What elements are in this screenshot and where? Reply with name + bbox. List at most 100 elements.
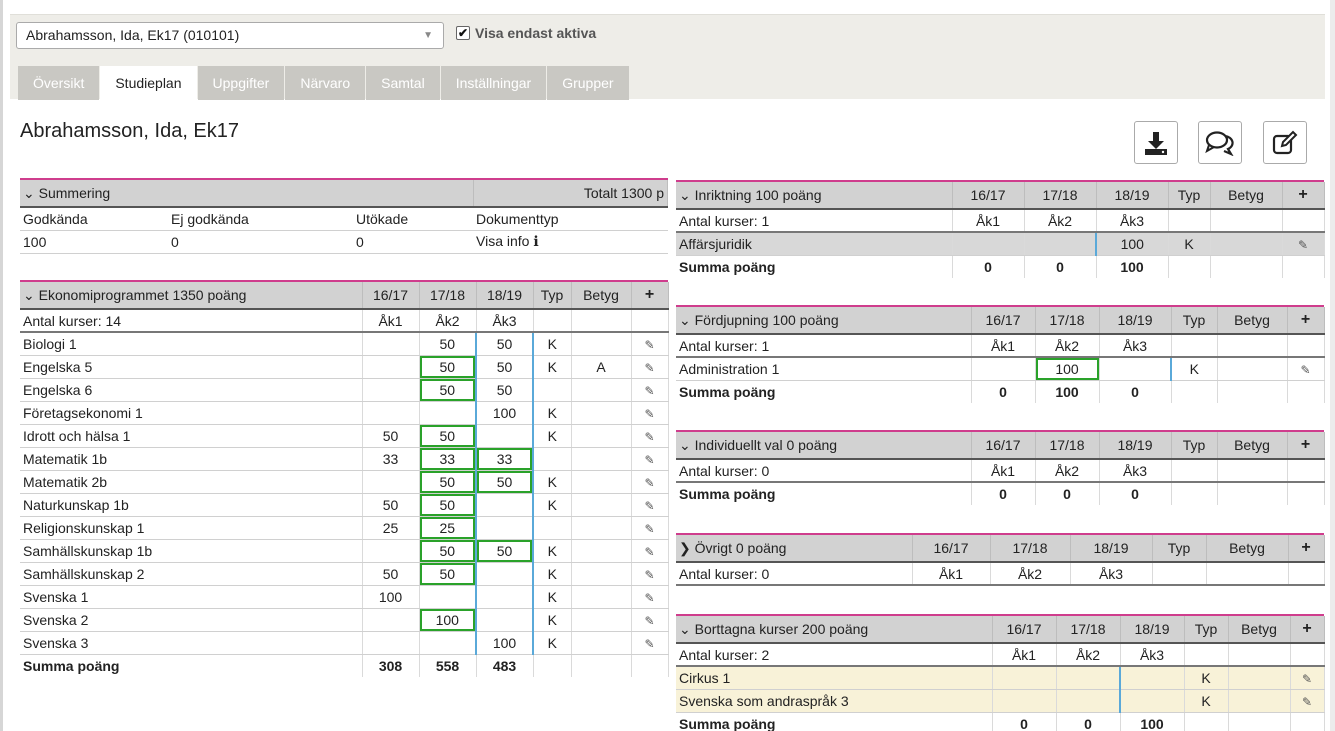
tab-narvaro[interactable]: Närvaro — [285, 66, 366, 100]
course-row[interactable]: Företagsekonomi 1 100 K ✎ — [20, 401, 669, 425]
only-active-checkbox[interactable]: ✔ — [456, 26, 470, 40]
course-row[interactable]: Svenska 1 100 K ✎ — [20, 585, 669, 609]
add-course-button[interactable]: + — [1282, 182, 1325, 210]
course-name: Samhällskunskap 1b — [20, 539, 363, 563]
program-header[interactable]: ⌄ Ekonomiprogrammet 1350 poäng — [20, 282, 363, 310]
sum-value: 0 — [1035, 482, 1100, 505]
only-active-filter[interactable]: ✔ Visa endast aktiva — [456, 25, 596, 41]
tab-oversikt[interactable]: Översikt — [18, 66, 100, 100]
student-select[interactable]: Abrahamsson, Ida, Ek17 (010101) ▼ — [16, 22, 444, 49]
edit-course-button[interactable]: ✎ — [631, 332, 669, 356]
edit-course-button[interactable]: ✎ — [1287, 357, 1325, 381]
edit-icon: ✎ — [644, 567, 655, 582]
edit-course-button[interactable]: ✎ — [1290, 689, 1325, 713]
tab-grupper[interactable]: Grupper — [547, 66, 629, 100]
points-cell: 50 — [419, 562, 477, 586]
col-header-18-19: 18/19 — [476, 282, 534, 310]
inriktning-header[interactable]: ⌄ Inriktning 100 poäng — [676, 182, 953, 210]
edit-course-button[interactable]: ✎ — [631, 608, 669, 632]
summary-header[interactable]: ⌄ Summering — [20, 180, 474, 208]
edit-icon: ✎ — [644, 636, 655, 651]
edit-course-button[interactable]: ✎ — [631, 447, 669, 471]
sum-label: Summa poäng — [20, 654, 363, 677]
borttagna-header[interactable]: ⌄ Borttagna kurser 200 poäng — [676, 616, 993, 644]
individuellt-header[interactable]: ⌄ Individuellt val 0 poäng — [676, 432, 972, 460]
edit-icon: ✎ — [644, 521, 655, 536]
edit-course-button[interactable]: ✎ — [631, 493, 669, 517]
edit-icon: ✎ — [1301, 671, 1313, 686]
edit-course-button[interactable]: ✎ — [631, 424, 669, 448]
grade-cell — [571, 493, 632, 517]
course-row[interactable]: Svenska 3 100 K ✎ — [20, 631, 669, 655]
grade-cell — [571, 424, 632, 448]
sum-value: 100 — [1096, 255, 1169, 278]
add-course-button[interactable]: + — [1287, 307, 1325, 335]
edit-course-button[interactable]: ✎ — [631, 355, 669, 379]
edit-course-button[interactable]: ✎ — [631, 516, 669, 540]
year-label: Åk3 — [1099, 459, 1172, 483]
points-cell — [362, 631, 420, 655]
dropdown-arrow-icon: ▼ — [423, 30, 433, 41]
course-row[interactable]: Matematik 2b 50 50 K ✎ — [20, 470, 669, 494]
course-row[interactable]: Svenska 2 100 K ✎ — [20, 608, 669, 632]
course-row[interactable]: Idrott och hälsa 1 50 50 K ✎ — [20, 424, 669, 448]
grade-cell — [571, 378, 632, 402]
year-label: Åk3 — [1099, 334, 1172, 358]
edit-plan-button[interactable] — [1263, 121, 1307, 164]
edit-course-button[interactable]: ✎ — [631, 585, 669, 609]
tab-uppgifter[interactable]: Uppgifter — [197, 66, 285, 100]
add-course-button[interactable]: + — [1290, 616, 1325, 644]
course-name: Naturkunskap 1b — [20, 493, 363, 517]
ovrigt-header[interactable]: ❯ Övrigt 0 poäng — [676, 535, 913, 563]
sum-label: Summa poäng — [676, 712, 993, 731]
edit-course-button[interactable]: ✎ — [631, 631, 669, 655]
course-row[interactable]: Naturkunskap 1b 50 50 K ✎ — [20, 493, 669, 517]
course-row[interactable]: Religionskunskap 1 25 25 ✎ — [20, 516, 669, 540]
edit-course-button[interactable]: ✎ — [631, 378, 669, 402]
edit-course-button[interactable]: ✎ — [631, 401, 669, 425]
type-cell: K — [532, 539, 572, 563]
course-row[interactable]: Samhällskunskap 2 50 50 K ✎ — [20, 562, 669, 586]
course-row[interactable]: Matematik 1b 33 33 33 ✎ — [20, 447, 669, 471]
tab-installningar[interactable]: Inställningar — [440, 66, 547, 100]
course-row[interactable]: Administration 1 100 K ✎ — [676, 357, 1325, 381]
edit-course-button[interactable]: ✎ — [1290, 666, 1325, 690]
course-row[interactable]: Biologi 1 50 50 K ✎ — [20, 332, 669, 356]
edit-course-button[interactable]: ✎ — [1282, 232, 1325, 256]
points-cell — [419, 585, 477, 609]
comments-button[interactable] — [1198, 121, 1242, 164]
fordjupning-title: Fördjupning 100 poäng — [694, 311, 839, 328]
course-count: Antal kurser: 1 — [676, 334, 972, 358]
student-select-value: Abrahamsson, Ida, Ek17 (010101) — [26, 27, 240, 43]
course-name: Företagsekonomi 1 — [20, 401, 363, 425]
year-label: Åk3 — [1096, 209, 1169, 233]
course-row[interactable]: Cirkus 1 K ✎ — [676, 666, 1325, 690]
fordjupning-header[interactable]: ⌄ Fördjupning 100 poäng — [676, 307, 972, 335]
points-cell: 50 — [419, 355, 477, 379]
summary-col-godkanda: Godkända — [20, 207, 168, 231]
add-course-button[interactable]: + — [1288, 535, 1325, 563]
course-row[interactable]: Engelska 6 50 50 ✎ — [20, 378, 669, 402]
points-cell — [362, 355, 420, 379]
sum-label: Summa poäng — [676, 255, 953, 278]
course-row[interactable]: Engelska 5 50 50 K A ✎ — [20, 355, 669, 379]
points-cell — [362, 401, 420, 425]
edit-course-button[interactable]: ✎ — [631, 562, 669, 586]
points-cell — [419, 631, 477, 655]
visa-info-link[interactable]: Visa info ℹ — [476, 233, 539, 249]
year-label: Åk2 — [419, 309, 477, 333]
course-row[interactable]: Svenska som andraspråk 3 K ✎ — [676, 689, 1325, 713]
add-course-button[interactable]: + — [1287, 432, 1325, 460]
edit-course-button[interactable]: ✎ — [631, 539, 669, 563]
course-row[interactable]: Affärsjuridik 100 K ✎ — [676, 232, 1325, 256]
tab-studieplan[interactable]: Studieplan — [100, 66, 197, 100]
download-button[interactable] — [1134, 121, 1178, 164]
edit-course-button[interactable]: ✎ — [631, 470, 669, 494]
sum-value: 0 — [971, 380, 1036, 403]
sum-label: Summa poäng — [676, 380, 972, 403]
points-cell — [971, 357, 1036, 381]
course-row[interactable]: Samhällskunskap 1b 50 50 K ✎ — [20, 539, 669, 563]
points-cell: 33 — [475, 447, 534, 471]
add-course-button[interactable]: + — [631, 282, 669, 310]
tab-samtal[interactable]: Samtal — [366, 66, 440, 100]
